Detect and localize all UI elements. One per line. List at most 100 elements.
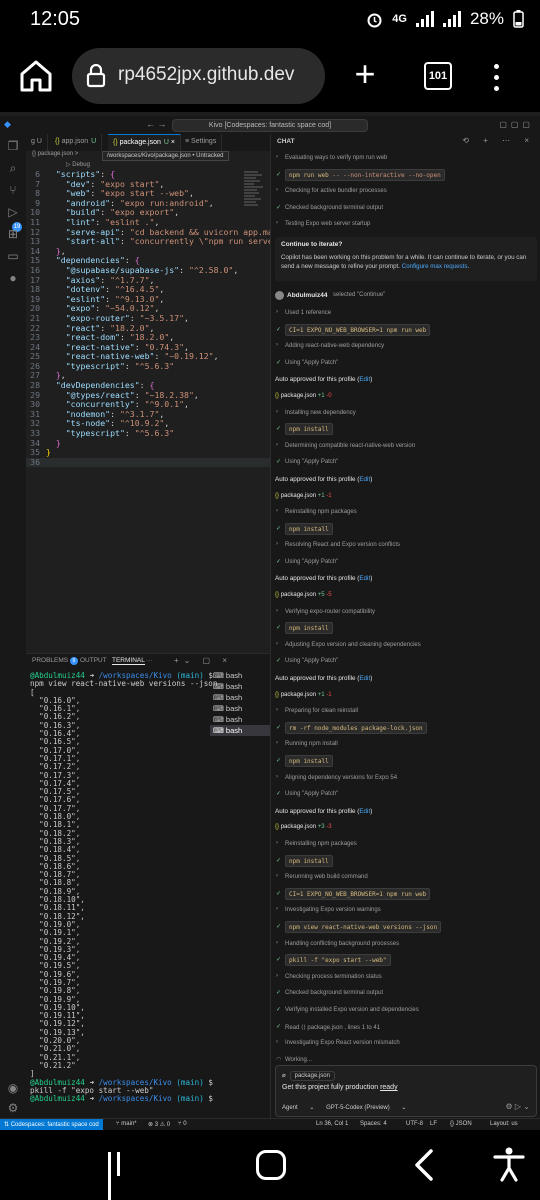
user-message[interactable]: Abdulmuiz44 selected "Continue" xyxy=(271,285,540,305)
new-tab-button[interactable]: + xyxy=(350,54,380,94)
keyboard-layout[interactable]: Layout: us xyxy=(490,1121,518,1127)
progress-step[interactable]: ✓ Using "Apply Patch" xyxy=(271,786,540,803)
search-icon[interactable]: ⌕ xyxy=(5,160,21,176)
terminal-instance[interactable]: ⌨ bash xyxy=(210,725,270,736)
extensions-icon[interactable]: ⊞ xyxy=(5,226,21,242)
language-mode[interactable]: {} JSON xyxy=(450,1121,472,1127)
tab-output[interactable]: OUTPUT xyxy=(80,657,107,664)
prompt-text[interactable]: Get this project fully production ready xyxy=(282,1084,398,1091)
progress-step[interactable]: › Adjusting Expo version and cleaning dep… xyxy=(271,637,540,654)
accessibility-icon[interactable] xyxy=(492,1146,526,1182)
code-line[interactable]: 19 "eslint": "^9.13.0", xyxy=(26,295,270,305)
code-line[interactable]: 15 "dependencies": { xyxy=(26,256,270,266)
terminal-command[interactable]: ✓ CI=1 EXPO_NO_WEB_BROWSER=1 npm run web xyxy=(271,322,540,339)
code-line[interactable]: 8 "web": "expo start --web", xyxy=(26,189,270,199)
auto-approved-note[interactable]: Auto approved for this profile (Edit) xyxy=(271,803,540,820)
terminal-output[interactable]: @Abdulmuiz44 ➜ /workspaces/Kivo (main) $… xyxy=(30,671,217,1103)
code-line[interactable]: 36 xyxy=(26,457,270,468)
auto-approved-note[interactable]: Auto approved for this profile (Edit) xyxy=(271,371,540,388)
tab-switcher-button[interactable]: 101 xyxy=(424,62,452,90)
edited-file[interactable]: {} package.json +1 -1 xyxy=(271,488,540,505)
code-line[interactable]: 13 "start-all": "concurrently \"npm run … xyxy=(26,237,270,247)
overflow-menu-icon[interactable] xyxy=(492,62,500,92)
code-line[interactable]: 29 "@types/react": "~18.2.38", xyxy=(26,391,270,401)
tab-terminal[interactable]: TERMINAL xyxy=(112,657,145,665)
continue-prompt[interactable]: Continue to iterate? Copilot has been wor… xyxy=(275,236,537,281)
terminal-instance[interactable]: ⌨ bash xyxy=(210,681,270,692)
progress-step[interactable]: › Testing Expo web server startup xyxy=(271,216,540,233)
terminal-command[interactable]: ✓ CI=1 EXPO_NO_WEB_BROWSER=1 npm run web xyxy=(271,886,540,903)
terminal-command[interactable]: ✓ npm install xyxy=(271,421,540,438)
terminal-instance[interactable]: ⌨ bash xyxy=(210,670,270,681)
progress-step[interactable]: › Reinstalling npm packages xyxy=(271,504,540,521)
home-button-icon[interactable] xyxy=(256,1150,286,1180)
progress-step[interactable]: › Used 1 reference xyxy=(271,305,540,322)
code-line[interactable]: 28 "devDependencies": { xyxy=(26,381,270,391)
cursor-position[interactable]: Ln 36, Col 1 xyxy=(316,1121,348,1127)
nav-arrows-icon[interactable]: ← → xyxy=(146,119,167,129)
code-line[interactable]: 22 "react": "18.2.0", xyxy=(26,324,270,334)
code-line[interactable]: 24 "react-native": "0.74.3", xyxy=(26,343,270,353)
auto-approved-note[interactable]: Auto approved for this profile (Edit) xyxy=(271,570,540,587)
tab-settings[interactable]: ≡ Settings xyxy=(180,134,223,151)
code-line[interactable]: 23 "react-dom": "18.2.0", xyxy=(26,333,270,343)
code-line[interactable]: 34 } xyxy=(26,439,270,449)
tab-package-json[interactable]: {} package.json U × xyxy=(108,134,182,151)
edited-file[interactable]: {} package.json +1 -0 xyxy=(271,388,540,405)
code-lines[interactable]: 6 "scripts": {7 "dev": "expo start", 8 "w… xyxy=(26,170,270,468)
code-line[interactable]: 9 "android": "expo run:android", xyxy=(26,199,270,209)
code-line[interactable]: 18 "dotenv": "^16.4.5", xyxy=(26,285,270,295)
indentation[interactable]: Spaces: 4 xyxy=(360,1121,387,1127)
progress-step[interactable]: › Investigating Expo React version mismat… xyxy=(271,1035,540,1052)
progress-step[interactable]: ✓ Using "Apply Patch" xyxy=(271,454,540,471)
command-center[interactable]: Kivo [Codespaces: fantastic space cod] xyxy=(172,119,368,132)
progress-step[interactable]: ✓ Using "Apply Patch" xyxy=(271,554,540,571)
code-line[interactable]: 17 "axios": "^1.7.7", xyxy=(26,276,270,286)
progress-step[interactable]: › Installing new dependency xyxy=(271,405,540,422)
code-line[interactable]: 31 "nodemon": "^3.1.7", xyxy=(26,410,270,420)
panel-controls-icon[interactable]: +⌄ ▢ × xyxy=(174,656,232,665)
recent-apps-icon[interactable] xyxy=(108,1152,134,1200)
code-line[interactable]: 12 "serve-api": "cd backend && uvicorn a… xyxy=(26,228,270,238)
progress-step[interactable]: › Preparing for clean reinstall xyxy=(271,703,540,720)
code-line[interactable]: 33 "typescript": "^5.6.3" xyxy=(26,429,270,439)
progress-step[interactable]: › Investigating Expo version warnings xyxy=(271,902,540,919)
code-line[interactable]: 11 "lint": "eslint .", xyxy=(26,218,270,228)
code-line[interactable]: 16 "@supabase/supabase-js": "^2.58.0", xyxy=(26,266,270,276)
home-icon[interactable] xyxy=(16,56,56,96)
terminal-instance[interactable]: ⌨ bash xyxy=(210,714,270,725)
code-line[interactable]: 14 }, xyxy=(26,247,270,257)
progress-step[interactable]: ✓ Using "Apply Patch" xyxy=(271,355,540,372)
code-line[interactable]: 21 "expo-router": "~3.5.17", xyxy=(26,314,270,324)
code-line[interactable]: 10 "build": "expo export", xyxy=(26,208,270,218)
progress-step[interactable]: › Rerunning web build command xyxy=(271,869,540,886)
terminal-instance[interactable]: ⌨ bash xyxy=(210,703,270,714)
progress-step[interactable]: › Adding react-native-web dependency xyxy=(271,338,540,355)
terminal-command[interactable]: ✓ npm install xyxy=(271,620,540,637)
minimap[interactable] xyxy=(244,170,264,290)
terminal-command[interactable]: ✓ rm -rf node_modules package-lock.json xyxy=(271,720,540,737)
progress-step[interactable]: › Checking process termination status xyxy=(271,969,540,986)
run-debug-icon[interactable]: ▷ xyxy=(5,204,21,220)
progress-step[interactable]: ✓ Verifying installed Expo version and de… xyxy=(271,1002,540,1019)
tab-app-json[interactable]: {} app.json U xyxy=(50,134,103,151)
code-line[interactable]: 30 "concurrently": "^9.0.1", xyxy=(26,400,270,410)
progress-step[interactable]: ✓ Using "Apply Patch" xyxy=(271,653,540,670)
chat-controls-icon[interactable]: ⟲ + ⋯ × xyxy=(462,136,535,145)
code-line[interactable]: 6 "scripts": { xyxy=(26,170,270,180)
progress-step[interactable]: › Evaluating ways to verify npm run web xyxy=(271,150,540,167)
account-icon[interactable]: ◉ xyxy=(5,1080,21,1096)
explorer-icon[interactable]: ❐ xyxy=(5,138,21,154)
code-line[interactable]: 35} xyxy=(26,448,270,458)
progress-step[interactable]: › Resolving React and Expo version confli… xyxy=(271,537,540,554)
auto-approved-note[interactable]: Auto approved for this profile (Edit) xyxy=(271,670,540,687)
encoding[interactable]: UTF-8 xyxy=(406,1121,423,1127)
progress-step[interactable]: › Handling conflicting background process… xyxy=(271,936,540,953)
progress-step[interactable]: › Determining compatible react-native-web… xyxy=(271,438,540,455)
code-line[interactable]: 27 }, xyxy=(26,371,270,381)
tab-prev[interactable]: g U xyxy=(26,134,48,151)
model-picker[interactable]: GPT-5-Codex (Preview) ⌄ xyxy=(326,1105,406,1111)
terminal-command[interactable]: ✓ npm install xyxy=(271,521,540,538)
terminal-command[interactable]: ✓ npm install xyxy=(271,853,540,870)
code-line[interactable]: 25 "react-native-web": "~0.19.12", xyxy=(26,352,270,362)
